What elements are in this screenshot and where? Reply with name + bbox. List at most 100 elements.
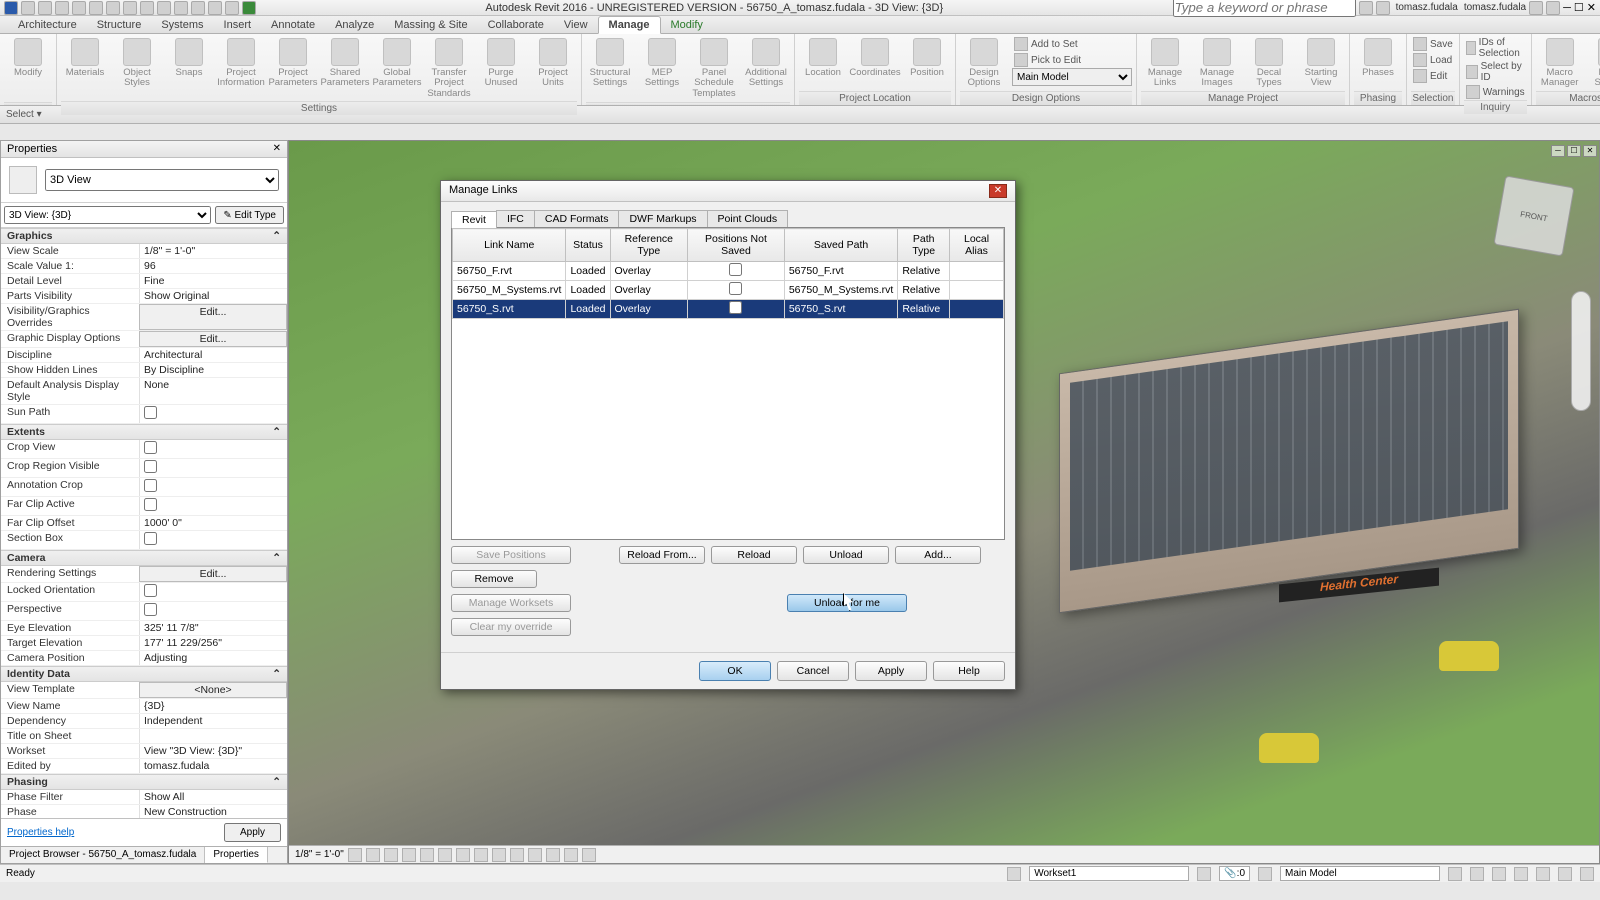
table-header[interactable]: Saved Path — [784, 229, 897, 262]
prop-value[interactable] — [139, 531, 287, 549]
3d-icon[interactable] — [174, 1, 188, 15]
sync-icon[interactable] — [55, 1, 69, 15]
table-header[interactable]: Status — [566, 229, 610, 262]
prop-value[interactable] — [139, 440, 287, 458]
close-windows-icon[interactable] — [225, 1, 239, 15]
crop-icon[interactable] — [438, 848, 452, 862]
ribbon-button-structural-settings[interactable]: StructuralSettings — [586, 36, 634, 91]
reveal-icon[interactable] — [510, 848, 524, 862]
prop-value[interactable]: Adjusting — [139, 651, 287, 665]
close-button[interactable]: ✕ — [1587, 1, 1596, 14]
prop-value[interactable]: New Construction — [139, 805, 287, 818]
visual-style-icon[interactable] — [366, 848, 380, 862]
minimize-button[interactable]: ─ — [1563, 2, 1571, 14]
select-pinned-icon[interactable] — [1492, 867, 1506, 881]
rendering-icon[interactable] — [420, 848, 434, 862]
table-cell[interactable] — [950, 300, 1004, 319]
ribbon-tab-massing-site[interactable]: Massing & Site — [384, 17, 477, 33]
prop-value[interactable]: 96 — [139, 259, 287, 273]
ribbon-button-materials[interactable]: Materials — [61, 36, 109, 80]
prop-value[interactable]: Show Original — [139, 289, 287, 303]
ribbon-button-starting-view[interactable]: StartingView — [1297, 36, 1345, 91]
section-icon[interactable] — [191, 1, 205, 15]
prop-value[interactable]: 1000' 0" — [139, 516, 287, 530]
workset-icon[interactable] — [1007, 867, 1021, 881]
ribbon-button-manage-images[interactable]: ManageImages — [1193, 36, 1241, 91]
dlg-cancel-button[interactable]: Cancel — [777, 661, 849, 681]
analytical-icon[interactable] — [546, 848, 560, 862]
ribbon-button-coordinates[interactable]: Coordinates — [851, 36, 899, 80]
user-label[interactable]: tomasz.fudala — [1396, 2, 1458, 13]
subscription-icon[interactable] — [1359, 1, 1373, 15]
table-cell[interactable] — [688, 281, 785, 300]
ribbon-small-pick-to-edit[interactable]: Pick to Edit — [1012, 52, 1132, 68]
ribbon-tab-architecture[interactable]: Architecture — [8, 17, 87, 33]
table-header[interactable]: Local Alias — [950, 229, 1004, 262]
worksharing-display-icon[interactable] — [528, 848, 542, 862]
table-cell[interactable]: 56750_M_Systems.rvt — [784, 281, 897, 300]
ribbon-button-additional-settings[interactable]: AdditionalSettings — [742, 36, 790, 91]
ribbon-tab-modify[interactable]: Modify — [661, 17, 713, 33]
ribbon-small-select-by-id[interactable]: Select by ID — [1464, 60, 1527, 84]
table-cell[interactable]: Loaded — [566, 281, 610, 300]
instance-filter[interactable]: 3D View: {3D} — [4, 206, 211, 224]
text-icon[interactable] — [157, 1, 171, 15]
dialog-tab-point-clouds[interactable]: Point Clouds — [707, 210, 789, 227]
vp-close-icon[interactable]: ✕ — [1583, 145, 1597, 157]
lock-icon[interactable] — [474, 848, 488, 862]
dlg-btn-remove[interactable]: Remove — [451, 570, 537, 588]
view-scale[interactable]: 1/8" = 1'-0" — [295, 849, 344, 860]
table-cell[interactable]: Loaded — [566, 262, 610, 281]
dlg-btn-manage-worksets[interactable]: Manage Worksets — [451, 594, 571, 612]
dlg-ok-button[interactable]: OK — [699, 661, 771, 681]
editable-only-icon[interactable] — [1197, 867, 1211, 881]
prop-value[interactable]: Edit... — [139, 304, 287, 330]
prop-section-graphics[interactable]: Graphics⌃ — [1, 228, 287, 244]
prop-value[interactable] — [139, 459, 287, 477]
drag-elements-icon[interactable] — [1536, 867, 1550, 881]
ribbon-button-mep-settings[interactable]: MEPSettings — [638, 36, 686, 91]
prop-value[interactable]: tomasz.fudala — [139, 759, 287, 773]
table-row[interactable]: 56750_M_Systems.rvtLoadedOverlay56750_M_… — [453, 281, 1004, 300]
table-cell[interactable]: 56750_F.rvt — [784, 262, 897, 281]
prop-value[interactable]: Architectural — [139, 348, 287, 362]
search-input[interactable] — [1173, 0, 1356, 17]
prop-value[interactable] — [139, 729, 287, 743]
print-icon[interactable] — [106, 1, 120, 15]
edit-type-button[interactable]: ✎ Edit Type — [215, 206, 284, 224]
ribbon-button-modify[interactable]: Modify — [4, 36, 52, 80]
open-icon[interactable] — [21, 1, 35, 15]
switch-windows-icon[interactable] — [242, 1, 256, 15]
vp-minimize-icon[interactable]: ─ — [1551, 145, 1565, 157]
table-row[interactable]: 56750_F.rvtLoadedOverlay56750_F.rvtRelat… — [453, 262, 1004, 281]
table-cell[interactable] — [950, 281, 1004, 300]
ribbon-small-edit[interactable]: Edit — [1411, 68, 1455, 84]
sun-path-icon[interactable] — [384, 848, 398, 862]
type-selector[interactable]: 3D View — [45, 169, 279, 191]
panel-tab-project-browser-a-tomasz-fudala[interactable]: Project Browser - 56750_A_tomasz.fudala — [1, 847, 205, 863]
prop-section-extents[interactable]: Extents⌃ — [1, 424, 287, 440]
ribbon-tab-insert[interactable]: Insert — [214, 17, 262, 33]
ribbon-tab-manage[interactable]: Manage — [598, 16, 661, 34]
temp-hide-icon[interactable] — [492, 848, 506, 862]
ribbon-tab-view[interactable]: View — [554, 17, 598, 33]
ribbon-button-manage-links[interactable]: ManageLinks — [1141, 36, 1189, 91]
ribbon-tab-structure[interactable]: Structure — [87, 17, 152, 33]
ribbon-small-save[interactable]: Save — [1411, 36, 1455, 52]
table-cell[interactable]: Overlay — [610, 281, 688, 300]
properties-help-link[interactable]: Properties help — [7, 827, 74, 838]
ribbon-small-add-to-set[interactable]: Add to Set — [1012, 36, 1132, 52]
ribbon-tab-annotate[interactable]: Annotate — [261, 17, 325, 33]
ribbon-button-project-units[interactable]: ProjectUnits — [529, 36, 577, 91]
redo-icon[interactable] — [89, 1, 103, 15]
filter-selection-icon[interactable] — [1580, 867, 1594, 881]
ribbon-button-project-parameters[interactable]: ProjectParameters — [269, 36, 317, 91]
prop-value[interactable]: View "3D View: {3D}" — [139, 744, 287, 758]
table-row[interactable]: 56750_S.rvtLoadedOverlay56750_S.rvtRelat… — [453, 300, 1004, 319]
prop-value[interactable]: 1/8" = 1'-0" — [139, 244, 287, 258]
undo-icon[interactable] — [72, 1, 86, 15]
table-cell[interactable]: 56750_M_Systems.rvt — [453, 281, 566, 300]
prop-value[interactable]: By Discipline — [139, 363, 287, 377]
dialog-close-button[interactable]: ✕ — [989, 184, 1007, 198]
table-header[interactable]: Reference Type — [610, 229, 688, 262]
